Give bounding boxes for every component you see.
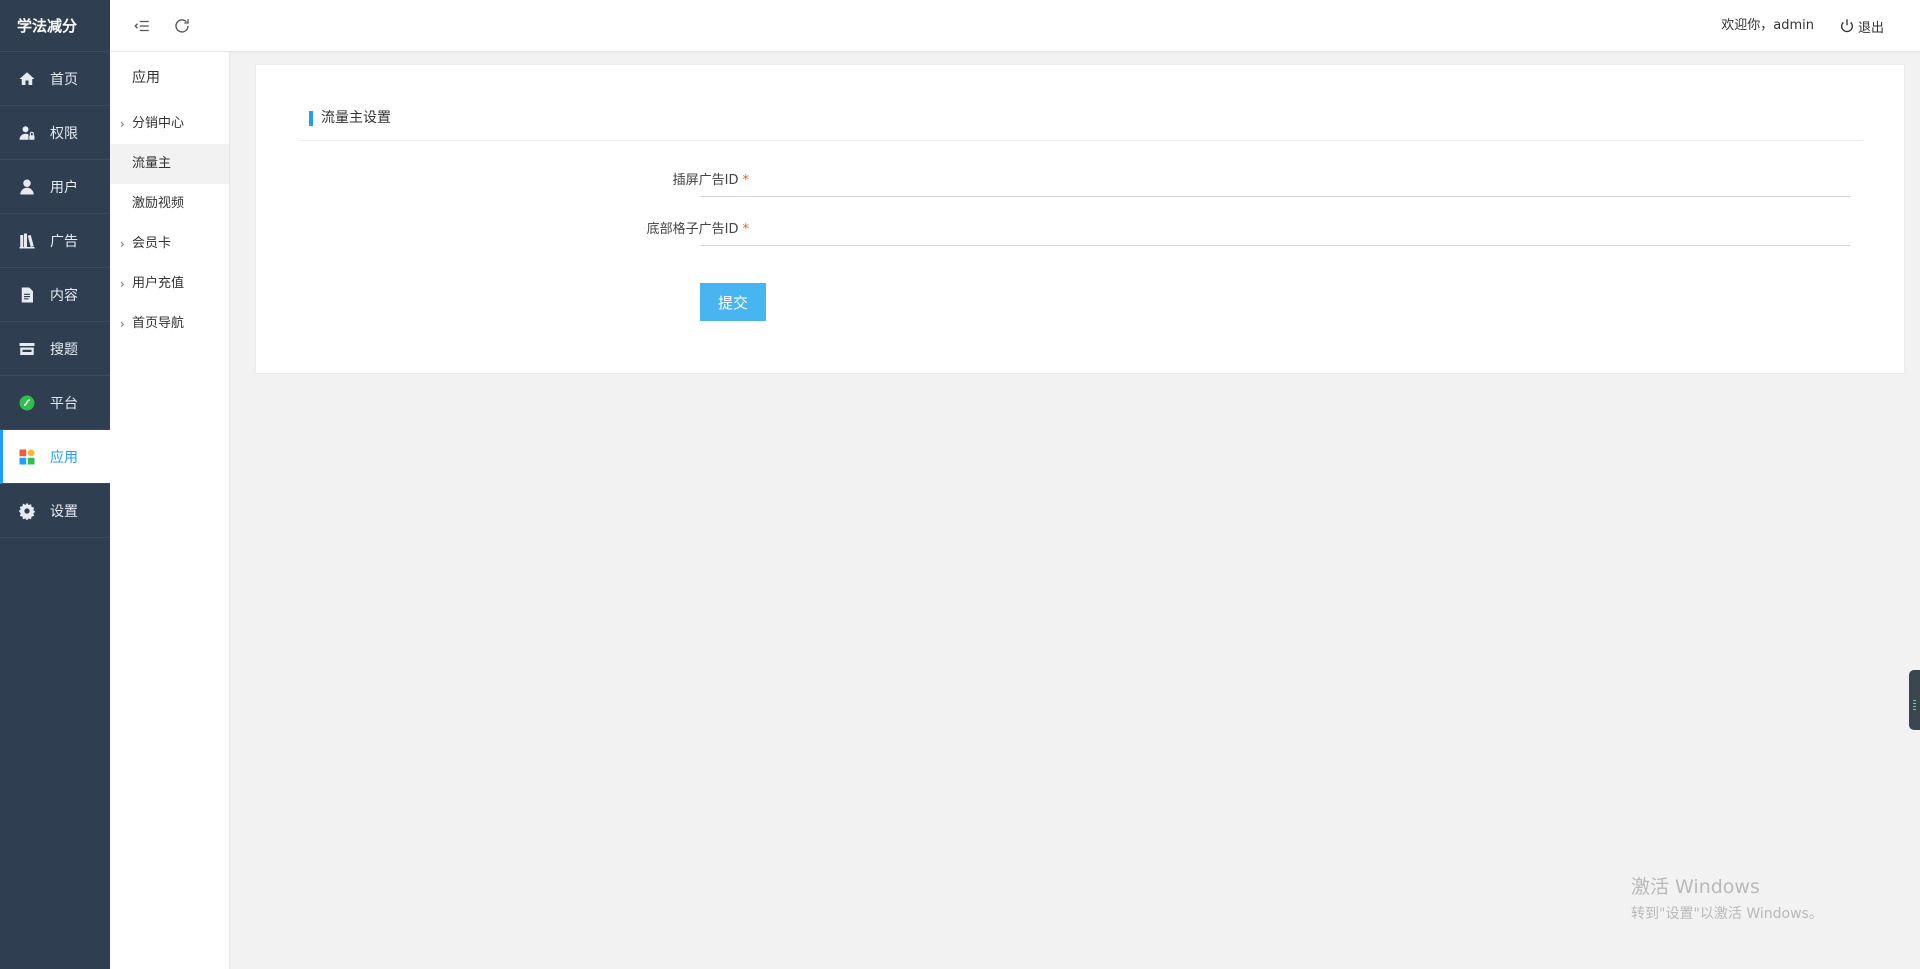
sidebar-item-label: 内容	[50, 287, 78, 304]
sidebar-item-label: 搜题	[50, 341, 78, 358]
side-floating-handle[interactable]	[1909, 670, 1920, 730]
submenu-item-user-recharge[interactable]: › 用户充值	[110, 264, 229, 304]
gear-icon	[18, 502, 36, 520]
chevron-right-icon: ›	[120, 277, 125, 291]
form-row-interstitial-ad-id: 插屏广告ID *	[256, 165, 1906, 205]
sidebar-item-ads[interactable]: 广告	[0, 214, 110, 268]
top-header: 欢迎你，admin 退出	[110, 0, 1920, 52]
submenu-item-label: 会员卡	[132, 236, 172, 251]
interstitial-ad-id-input[interactable]	[700, 165, 1850, 197]
submenu-item-home-navigation[interactable]: › 首页导航	[110, 304, 229, 344]
submenu-item-label: 用户充值	[132, 276, 185, 291]
platform-icon	[18, 394, 36, 412]
section-header: 流量主设置	[299, 105, 1862, 141]
books-icon	[18, 232, 36, 250]
submenu-item-label: 流量主	[132, 156, 172, 171]
chevron-right-icon: ›	[120, 117, 125, 131]
user-icon	[18, 178, 36, 196]
sidebar-item-users[interactable]: 用户	[0, 160, 110, 214]
submenu-item-label: 首页导航	[132, 316, 185, 331]
title-accent-bar	[309, 111, 313, 126]
submenu-item-label: 激励视频	[132, 196, 185, 211]
user-lock-icon	[18, 124, 36, 142]
sidebar-item-home[interactable]: 首页	[0, 52, 110, 106]
sidebar-item-label: 权限	[50, 125, 78, 142]
sidebar-item-content[interactable]: 内容	[0, 268, 110, 322]
secondary-menu: 应用 › 分销中心 流量主 激励视频 › 会员卡 › 用户充值 › 首页导航	[110, 52, 230, 969]
refresh-icon[interactable]	[170, 14, 194, 38]
submenu-item-distribution-center[interactable]: › 分销中心	[110, 104, 229, 144]
chevron-right-icon: ›	[120, 237, 125, 251]
bottom-grid-ad-id-input[interactable]	[700, 214, 1850, 246]
submit-button[interactable]: 提交	[700, 283, 766, 321]
section-title: 流量主设置	[321, 110, 391, 126]
sidebar-item-apps[interactable]: 应用	[0, 430, 110, 484]
logout-label: 退出	[1857, 20, 1884, 36]
sidebar-item-platform[interactable]: 平台	[0, 376, 110, 430]
welcome-text[interactable]: 欢迎你，admin	[1721, 0, 1814, 52]
logout-button[interactable]: 退出	[1839, 0, 1884, 52]
home-icon	[18, 70, 36, 88]
submenu-item-label: 分销中心	[132, 116, 185, 131]
submenu-item-reward-video[interactable]: 激励视频	[110, 184, 229, 224]
grip-icon	[1913, 700, 1916, 712]
brand-logo: 学法减分	[0, 0, 110, 52]
submenu-item-membership-card[interactable]: › 会员卡	[110, 224, 229, 264]
watermark-subtitle: 转到"设置"以激活 Windows。	[1631, 906, 1823, 922]
document-icon	[18, 286, 36, 304]
sidebar-item-label: 设置	[50, 503, 78, 520]
sidebar-item-label: 首页	[50, 71, 78, 88]
collapse-menu-icon[interactable]	[130, 14, 154, 38]
sidebar-item-search-questions[interactable]: 搜题	[0, 322, 110, 376]
form-row-bottom-grid-ad-id: 底部格子广告ID *	[256, 214, 1906, 254]
sidebar-item-label: 用户	[50, 179, 78, 196]
apps-icon	[18, 448, 36, 466]
submenu-heading: 应用	[132, 70, 160, 86]
submenu-item-traffic-owner[interactable]: 流量主	[110, 144, 229, 184]
watermark-title: 激活 Windows	[1631, 876, 1760, 898]
power-icon	[1841, 19, 1853, 33]
sidebar-item-permissions[interactable]: 权限	[0, 106, 110, 160]
windows-activation-watermark: 激活 Windows 转到"设置"以激活 Windows。	[1631, 872, 1823, 923]
sidebar-item-label: 应用	[50, 449, 78, 466]
settings-panel: 流量主设置 插屏广告ID * 底部格子广告ID * 提交	[255, 64, 1905, 374]
sidebar-item-settings[interactable]: 设置	[0, 484, 110, 538]
chevron-right-icon: ›	[120, 317, 125, 331]
main-sidebar: 学法减分 首页 权限 用户 广告 内容 搜题 平台 应用 设置	[0, 0, 110, 969]
sidebar-item-label: 平台	[50, 395, 78, 412]
store-icon	[18, 340, 36, 358]
sidebar-item-label: 广告	[50, 233, 78, 250]
